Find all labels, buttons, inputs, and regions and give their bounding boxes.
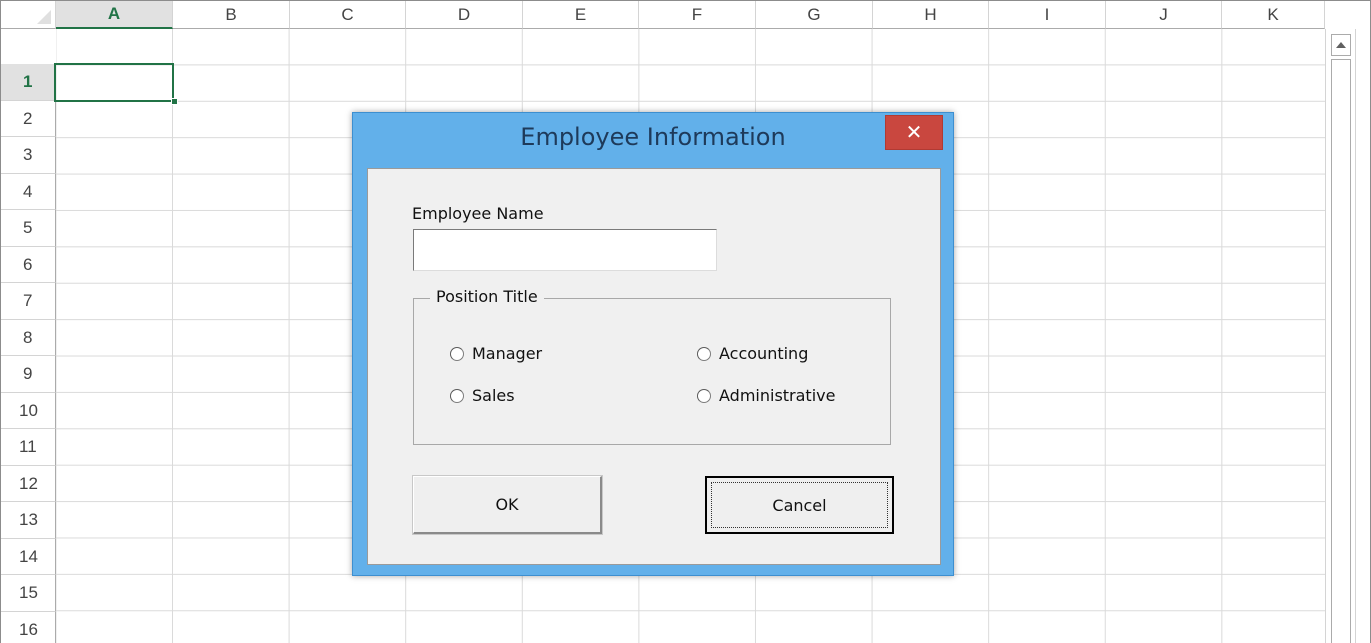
row-header-13[interactable]: 13 [1, 502, 56, 539]
scrollbar-thumb[interactable] [1331, 59, 1351, 643]
column-header-h[interactable]: H [873, 1, 989, 29]
radio-accounting[interactable]: Accounting [697, 344, 808, 363]
employee-name-input[interactable] [413, 229, 717, 271]
radio-circle-icon [450, 346, 464, 361]
row-header-1[interactable]: 1 [1, 64, 56, 101]
row-header-15[interactable]: 15 [1, 575, 56, 612]
row-header-11[interactable]: 11 [1, 429, 56, 466]
position-title-frame [413, 298, 891, 445]
close-icon: ✕ [905, 122, 923, 144]
column-header-b[interactable]: B [173, 1, 290, 29]
employee-name-label: Employee Name [412, 204, 544, 223]
radio-circle-icon [697, 346, 711, 361]
radio-administrative-label: Administrative [719, 386, 836, 405]
ok-button[interactable]: OK [412, 475, 603, 535]
fill-handle[interactable] [171, 98, 178, 105]
radio-manager[interactable]: Manager [450, 344, 542, 363]
row-header-8[interactable]: 8 [1, 320, 56, 356]
row-header-9[interactable]: 9 [1, 356, 56, 393]
position-title-label: Position Title [430, 287, 544, 306]
row-header-5[interactable]: 5 [1, 210, 56, 247]
select-all-triangle-icon [37, 10, 51, 24]
row-header-4[interactable]: 4 [1, 174, 56, 210]
column-header-a[interactable]: A [56, 1, 173, 29]
focus-rectangle [711, 482, 888, 528]
column-header-g[interactable]: G [756, 1, 873, 29]
row-header-6[interactable]: 6 [1, 247, 56, 283]
radio-manager-label: Manager [472, 344, 543, 363]
employee-information-dialog: Employee Information ✕ Employee Name Pos… [352, 112, 954, 576]
row-header-7[interactable]: 7 [1, 283, 56, 320]
radio-sales-label: Sales [472, 386, 515, 405]
select-all-corner[interactable] [1, 1, 56, 29]
row-header-3[interactable]: 3 [1, 137, 56, 174]
row-header-12[interactable]: 12 [1, 466, 56, 502]
row-header-10[interactable]: 10 [1, 393, 56, 429]
dialog-title: Employee Information [520, 123, 786, 151]
scroll-up-button[interactable] [1331, 34, 1351, 56]
close-button[interactable]: ✕ [885, 115, 943, 150]
column-header-d[interactable]: D [406, 1, 523, 29]
column-header-i[interactable]: I [989, 1, 1106, 29]
column-header-f[interactable]: F [639, 1, 756, 29]
dialog-body: Employee Name Position Title Manager Acc… [367, 168, 941, 565]
row-header-16[interactable]: 16 [1, 612, 56, 643]
radio-circle-icon [450, 388, 464, 403]
column-header-k[interactable]: K [1222, 1, 1325, 29]
row-header-2[interactable]: 2 [1, 101, 56, 137]
radio-administrative[interactable]: Administrative [697, 386, 835, 405]
column-header-j[interactable]: J [1106, 1, 1222, 29]
radio-sales[interactable]: Sales [450, 386, 515, 405]
radio-circle-icon [697, 388, 711, 403]
column-header-c[interactable]: C [290, 1, 406, 29]
column-header-e[interactable]: E [523, 1, 639, 29]
radio-accounting-label: Accounting [719, 344, 809, 363]
active-cell-a1[interactable] [54, 63, 174, 102]
arrow-up-icon [1336, 42, 1346, 48]
row-header-14[interactable]: 14 [1, 539, 56, 575]
cancel-button[interactable]: Cancel [705, 476, 894, 534]
window-edge [1356, 1, 1370, 643]
